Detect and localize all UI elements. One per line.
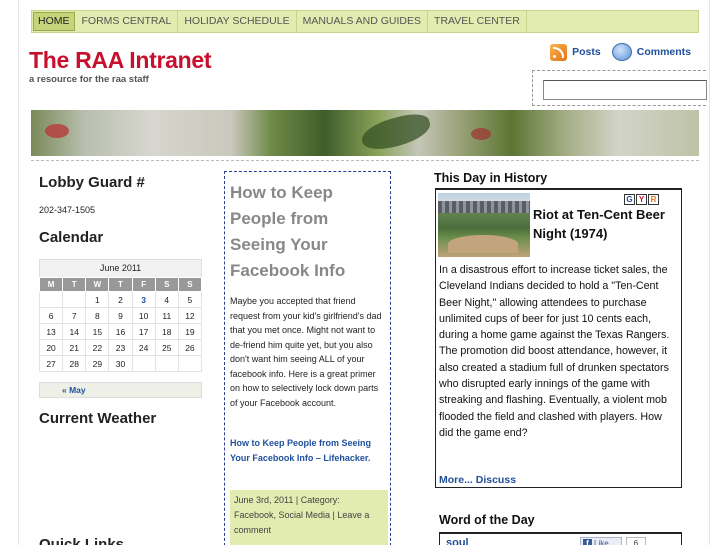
post-meta: June 3rd, 2011 | Category: Facebook, Soc… (230, 490, 388, 545)
banner-flower (45, 124, 69, 138)
calendar-day: 10 (131, 307, 156, 324)
calendar-week: 12345 (38, 291, 203, 308)
calendar-empty-cell (62, 291, 87, 308)
header-banner (31, 110, 699, 156)
main-nav: HOME FORMS CENTRAL HOLIDAY SCHEDULE MANUALS… (31, 10, 699, 33)
calendar-day: 8 (85, 307, 110, 324)
nav-item-travel-center[interactable]: TRAVEL CENTER (428, 11, 527, 32)
calendar-weekday: W (85, 277, 110, 292)
comments-feed-icon[interactable] (611, 43, 632, 61)
facebook-like-button[interactable]: Like (580, 537, 622, 545)
calendar: June 2011 MTWTFSS 1 2 3 4 5 6 7 8 9 10 11 12 13 14 15 1… (38, 259, 203, 372)
calendar-week: 6 7 8 9 10 11 12 (38, 307, 203, 324)
stadium-photo (438, 193, 530, 257)
nav-item-forms-central[interactable]: FORMS CENTRAL (76, 11, 179, 32)
nav-item-holiday-schedule[interactable]: HOLIDAY SCHEDULE (178, 11, 297, 32)
site-title[interactable]: The RAA Intranet (29, 47, 211, 74)
calendar-weekday: T (108, 277, 133, 292)
calendar-day: 4 (154, 291, 179, 308)
page-frame: HOME FORMS CENTRAL HOLIDAY SCHEDULE MANUALS… (18, 0, 710, 545)
calendar-day: 27 (38, 355, 64, 372)
calendar-weekday: T (62, 277, 87, 292)
calendar-day: 15 (85, 323, 110, 340)
calendar-day: 20 (38, 339, 64, 356)
calendar-day: 30 (108, 355, 133, 372)
calendar-day: 9 (108, 307, 133, 324)
calendar-month: June 2011 (39, 259, 202, 277)
calendar-day: 11 (154, 307, 179, 324)
search-box (532, 70, 707, 106)
current-weather-title: Current Weather (39, 410, 157, 427)
calendar-day: 23 (108, 339, 133, 356)
calendar-weekday: S (154, 277, 179, 292)
history-text: In a disastrous effort to increase ticke… (439, 264, 670, 439)
calendar-day: 28 (62, 355, 87, 372)
word-of-the-day-widget: soul Like 6 (439, 532, 682, 545)
calendar-day: 26 (177, 339, 203, 356)
history-widget: G Y R Riot at Ten-Cent Beer Night (1974)… (435, 188, 682, 488)
calendar-day: 14 (62, 323, 87, 340)
calendar-day: 19 (177, 323, 203, 340)
quick-links-title: Quick Links (39, 536, 125, 545)
google-share-icon[interactable]: G (624, 194, 635, 205)
calendar-day: 16 (108, 323, 133, 340)
calendar-weekday: F (131, 277, 156, 292)
calendar-empty-cell (177, 355, 203, 372)
calendar-day: 21 (62, 339, 87, 356)
calendar-day: 17 (131, 323, 156, 340)
calendar-day[interactable]: 3 (131, 291, 156, 308)
banner-berry (471, 128, 491, 140)
site-tagline: a resource for the raa staff (29, 74, 149, 85)
header-divider (31, 160, 699, 161)
post-body: Maybe you accepted that friend request f… (230, 296, 382, 408)
calendar-empty-cell (131, 355, 156, 372)
calendar-day: 5 (177, 291, 203, 308)
calendar-day: 1 (85, 291, 110, 308)
calendar-day: 22 (85, 339, 110, 356)
posts-feed-link[interactable]: Posts (572, 46, 601, 58)
history-more-link[interactable]: More... Discuss (439, 474, 516, 486)
calendar-weekday: M (38, 277, 64, 292)
calendar-day: 18 (154, 323, 179, 340)
calendar-week: 27 28 29 30 (38, 355, 203, 372)
calendar-day: 7 (62, 307, 87, 324)
this-day-in-history-title: This Day in History (434, 171, 548, 185)
calendar-week: 20 21 22 23 24 25 26 (38, 339, 203, 356)
calendar-day: 25 (154, 339, 179, 356)
calendar-day: 13 (38, 323, 64, 340)
post-title[interactable]: How to Keep People from Seeing Your Face… (230, 180, 385, 284)
yahoo-share-icon[interactable]: Y (636, 194, 647, 205)
rss-share-icon[interactable]: R (648, 194, 659, 205)
calendar-week: 13 14 15 16 17 18 19 (38, 323, 203, 340)
word-of-the-day-word[interactable]: soul (446, 537, 469, 545)
lobby-guard-phone: 202-347-1505 (39, 205, 96, 215)
blog-post: How to Keep People from Seeing Your Face… (224, 171, 391, 545)
nav-item-home[interactable]: HOME (33, 12, 75, 31)
calendar-weekday: S (177, 277, 203, 292)
history-headline: Riot at Ten-Cent Beer Night (1974) (533, 207, 665, 241)
calendar-day: 29 (85, 355, 110, 372)
search-input[interactable] (543, 80, 707, 100)
banner-leaves (358, 110, 434, 155)
calendar-empty-cell (38, 291, 64, 308)
comments-feed-link[interactable]: Comments (637, 46, 691, 58)
post-external-link[interactable]: How to Keep People from Seeing Your Face… (230, 436, 388, 465)
calendar-day: 24 (131, 339, 156, 356)
feed-links: Posts Comments (550, 43, 691, 61)
calendar-prev-month-link[interactable]: « May (39, 382, 202, 398)
stadium-infield (448, 235, 518, 253)
calendar-day: 6 (38, 307, 64, 324)
calendar-day: 12 (177, 307, 203, 324)
nav-item-manuals-and-guides[interactable]: MANUALS AND GUIDES (297, 11, 429, 32)
calendar-day: 2 (108, 291, 133, 308)
calendar-title: Calendar (39, 229, 104, 246)
share-badges: G Y R (624, 194, 659, 205)
word-of-the-day-title: Word of the Day (439, 513, 535, 527)
like-count: 6 (626, 537, 646, 545)
calendar-empty-cell (154, 355, 179, 372)
rss-icon[interactable] (550, 43, 568, 61)
lobby-guard-title: Lobby Guard # (39, 174, 145, 191)
stadium-stands (438, 201, 530, 213)
